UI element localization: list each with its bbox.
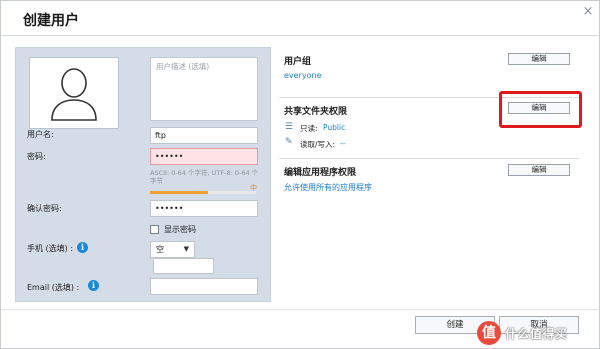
title-divider xyxy=(1,35,600,36)
edit-user-group-button[interactable]: 编辑 xyxy=(508,53,570,65)
user-silhouette-icon xyxy=(51,68,97,121)
confirm-password-input[interactable]: •••••• xyxy=(150,200,258,217)
close-icon[interactable]: × xyxy=(581,5,595,19)
read-only-icon: ☰ xyxy=(285,122,294,132)
user-group-link[interactable]: everyone xyxy=(284,71,322,80)
username-label: 用户名: xyxy=(27,130,54,139)
dialog-title: 创建用户 xyxy=(23,13,79,29)
show-password-checkbox[interactable] xyxy=(150,225,159,234)
email-input[interactable] xyxy=(150,278,258,295)
password-hint: ASCII: 0-64 个字符, UTF-8: 0-64 个字节 xyxy=(150,169,259,185)
info-icon[interactable]: i xyxy=(77,242,88,253)
highlight-annotation xyxy=(499,91,582,128)
read-write-icon: ✎ xyxy=(285,137,293,147)
phone-number-input[interactable] xyxy=(153,258,214,274)
password-label: 密码: xyxy=(27,152,46,161)
password-input[interactable]: •••••• xyxy=(150,148,258,165)
user-group-title: 用户组 xyxy=(284,57,312,67)
chevron-down-icon: ▼ xyxy=(183,245,189,253)
email-label: Email (选填) : xyxy=(27,283,80,292)
phone-country-select[interactable]: 空 ▼ xyxy=(150,241,195,258)
read-write-folder-value: -- xyxy=(340,139,346,148)
app-permission-link[interactable]: 允许使用所有的应用程序 xyxy=(284,182,372,193)
watermark-logo: 值 什么值得买 xyxy=(477,321,600,347)
phone-country-value: 空 xyxy=(156,245,164,254)
read-only-label: 只读: xyxy=(300,124,318,133)
description-textarea[interactable]: 用户描述 (选填) xyxy=(150,57,258,121)
info-icon[interactable]: i xyxy=(88,280,99,291)
password-strength-bar xyxy=(150,191,256,194)
app-permission-title: 编辑应用程序权限 xyxy=(284,168,357,178)
phone-label: 手机 (选填) : xyxy=(27,244,74,253)
show-password-label: 显示密码 xyxy=(164,225,196,234)
watermark-icon: 值 xyxy=(477,321,501,345)
create-user-dialog: 创建用户 × 用户描述 (选填) 用户名: ftp 密码: •••••• ASC… xyxy=(0,0,600,349)
read-only-folder-link[interactable]: Public xyxy=(323,123,345,132)
watermark-text: 什么值得买 xyxy=(505,327,568,341)
section-divider xyxy=(279,158,579,159)
read-write-label: 读取/写入: xyxy=(300,140,336,149)
edit-app-permission-button[interactable]: 编辑 xyxy=(508,164,570,176)
footer-divider xyxy=(1,309,600,310)
password-strength-fill xyxy=(150,191,209,194)
confirm-password-label: 确认密码: xyxy=(27,204,62,213)
shared-folder-title: 共享文件夹权限 xyxy=(284,107,348,117)
username-input[interactable]: ftp xyxy=(150,127,258,144)
avatar[interactable] xyxy=(29,57,119,129)
